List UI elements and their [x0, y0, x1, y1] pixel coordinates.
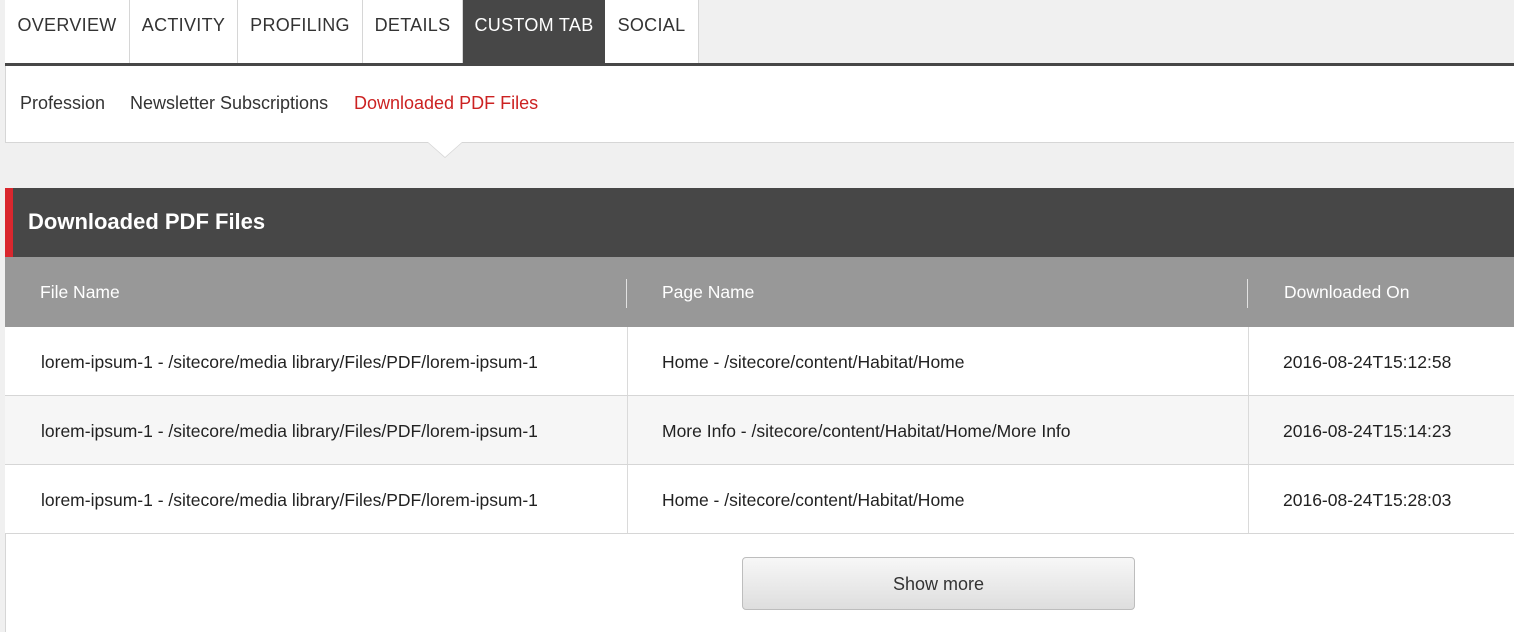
subnav-downloaded-pdf-files[interactable]: Downloaded PDF Files — [354, 93, 538, 114]
cell-divider — [1248, 396, 1249, 464]
col-divider — [1247, 279, 1248, 308]
cell-file-name: lorem-ipsum-1 - /sitecore/media library/… — [41, 352, 538, 372]
col-file-name[interactable]: File Name — [40, 282, 120, 303]
cell-divider — [1248, 465, 1249, 533]
tab-profiling[interactable]: PROFILING — [238, 0, 363, 63]
tab-details[interactable]: DETAILS — [363, 0, 463, 63]
col-divider — [626, 279, 627, 308]
tab-overview[interactable]: OVERVIEW — [5, 0, 130, 63]
cell-downloaded-on: 2016-08-24T15:28:03 — [1283, 490, 1452, 510]
cell-file-name: lorem-ipsum-1 - /sitecore/media library/… — [41, 490, 538, 510]
cell-downloaded-on: 2016-08-24T15:12:58 — [1283, 352, 1452, 372]
table-row[interactable]: lorem-ipsum-1 - /sitecore/media library/… — [5, 327, 1514, 396]
cell-divider — [627, 396, 628, 464]
cell-file-name: lorem-ipsum-1 - /sitecore/media library/… — [41, 421, 538, 441]
table-row[interactable]: lorem-ipsum-1 - /sitecore/media library/… — [5, 396, 1514, 465]
tab-social[interactable]: SOCIAL — [605, 0, 699, 63]
col-page-name[interactable]: Page Name — [662, 282, 754, 303]
top-tab-bar: OVERVIEW ACTIVITY PROFILING DETAILS CUST… — [5, 0, 1514, 63]
subnav-profession[interactable]: Profession — [20, 93, 105, 114]
panel-title: Downloaded PDF Files — [28, 209, 266, 234]
table-body: lorem-ipsum-1 - /sitecore/media library/… — [5, 327, 1514, 534]
tab-activity[interactable]: ACTIVITY — [130, 0, 238, 63]
cell-downloaded-on: 2016-08-24T15:14:23 — [1283, 421, 1452, 441]
subnav-caret — [428, 142, 462, 157]
sub-nav: Profession Newsletter Subscriptions Down… — [5, 66, 1514, 143]
cell-page-name: Home - /sitecore/content/Habitat/Home — [662, 490, 965, 510]
panel-header: Downloaded PDF Files — [5, 188, 1514, 257]
cell-divider — [627, 465, 628, 533]
table-header: File Name Page Name Downloaded On — [5, 257, 1514, 327]
cell-page-name: Home - /sitecore/content/Habitat/Home — [662, 352, 965, 372]
show-more-button[interactable]: Show more — [742, 557, 1135, 610]
tab-custom-tab[interactable]: CUSTOM TAB — [463, 0, 605, 63]
downloads-panel: Downloaded PDF Files File Name Page Name… — [5, 188, 1514, 632]
table-row[interactable]: lorem-ipsum-1 - /sitecore/media library/… — [5, 465, 1514, 534]
cell-divider — [1248, 327, 1249, 395]
cell-page-name: More Info - /sitecore/content/Habitat/Ho… — [662, 421, 1071, 441]
col-downloaded-on[interactable]: Downloaded On — [1284, 282, 1410, 303]
cell-divider — [627, 327, 628, 395]
subnav-newsletter-subscriptions[interactable]: Newsletter Subscriptions — [130, 93, 328, 114]
